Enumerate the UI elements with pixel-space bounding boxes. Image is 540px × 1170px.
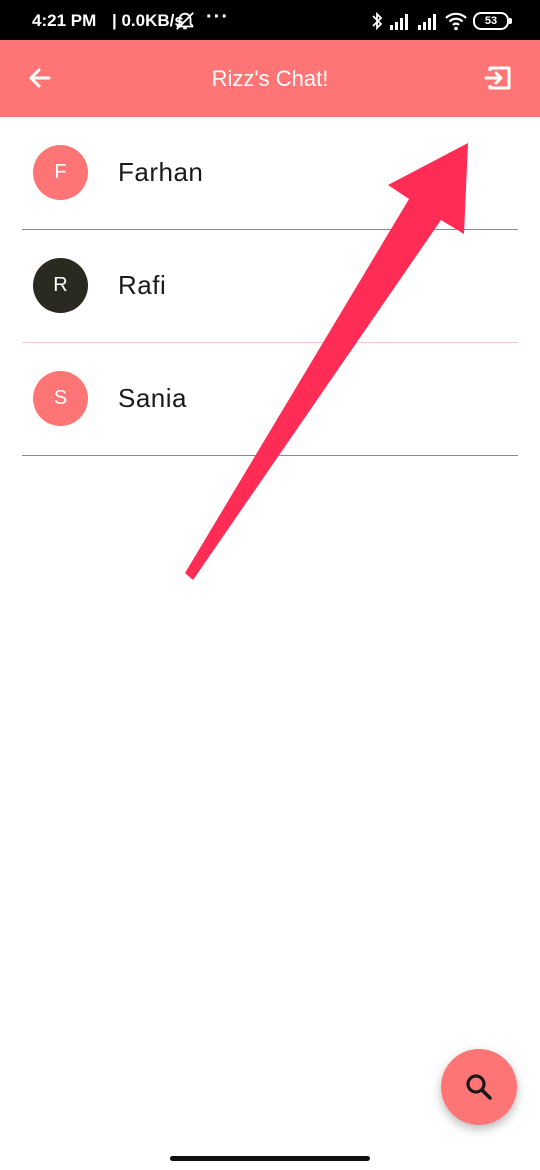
contact-name: Sania xyxy=(118,383,187,413)
more-notifications-icon: ··· xyxy=(206,6,229,28)
app-bar: Rizz's Chat! xyxy=(0,40,540,117)
contact-list: F Farhan R Rafi S Sania xyxy=(0,117,540,456)
search-icon xyxy=(466,1074,492,1100)
contact-name: Rafi xyxy=(118,270,167,300)
wifi-icon xyxy=(445,12,467,31)
logout-icon xyxy=(484,66,511,90)
search-button[interactable] xyxy=(441,1049,517,1125)
bluetooth-icon xyxy=(372,11,383,31)
contact-name: Farhan xyxy=(118,157,204,187)
logout-button[interactable] xyxy=(481,60,517,96)
contact-item-farhan[interactable]: F Farhan xyxy=(22,117,518,230)
contact-item-sania[interactable]: S Sania xyxy=(22,343,518,456)
page-title: Rizz's Chat! xyxy=(211,66,329,91)
contact-item-rafi[interactable]: R Rafi xyxy=(22,230,518,343)
status-time: 4:21 PM xyxy=(32,11,97,30)
signal-icon xyxy=(418,14,436,30)
status-bar: 4:21 PM | 0.0KB/s ··· 53 xyxy=(0,0,540,40)
alarm-off-icon xyxy=(176,12,194,30)
avatar: S xyxy=(33,371,88,426)
battery-icon: 53 xyxy=(473,12,512,30)
signal-icon xyxy=(390,14,408,30)
avatar: R xyxy=(33,258,88,313)
avatar: F xyxy=(33,145,88,200)
home-indicator[interactable] xyxy=(170,1156,370,1161)
